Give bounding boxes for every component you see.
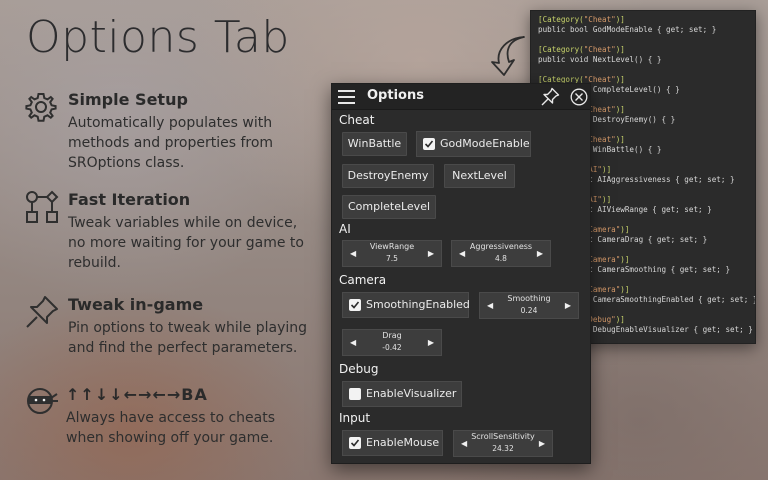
decrement-arrow-icon[interactable]: ◀: [459, 249, 465, 258]
increment-arrow-icon[interactable]: ▶: [428, 249, 434, 258]
decrement-arrow-icon[interactable]: ◀: [487, 301, 493, 310]
checkmark-icon: [424, 140, 434, 148]
stepper-value: -0.42: [382, 343, 402, 352]
god-mode-enable-toggle[interactable]: GodModeEnable: [416, 131, 531, 157]
increment-arrow-icon[interactable]: ▶: [539, 439, 545, 448]
page-title: Options Tab: [26, 12, 290, 63]
toggle-label: SmoothingEnabled: [366, 298, 470, 311]
flowchart-icon: [26, 190, 59, 223]
curved-arrow-icon: [491, 36, 525, 76]
pin-icon[interactable]: [540, 87, 560, 107]
options-title: Options: [367, 88, 424, 103]
stepper-name: Aggressiveness: [469, 242, 533, 251]
feature-heading: Tweak in-game: [68, 295, 204, 314]
close-icon[interactable]: [570, 88, 588, 106]
feature-description: Always have access to cheats when showin…: [66, 410, 276, 446]
checkbox[interactable]: [349, 299, 361, 311]
options-header: Options: [332, 84, 590, 110]
feature-description: Automatically populates with methods and…: [68, 115, 274, 171]
ninja-icon: [27, 388, 58, 414]
toggle-label: EnableMouse: [366, 436, 440, 449]
stepper-name: Drag: [382, 331, 402, 340]
smoothing-stepper[interactable]: Smoothing 0.24 ◀ ▶: [479, 292, 579, 319]
decrement-arrow-icon[interactable]: ◀: [461, 439, 467, 448]
feature-heading: Fast Iteration: [68, 190, 191, 209]
category-debug-label: Debug: [339, 362, 379, 376]
stepper-name: Smoothing: [507, 294, 551, 303]
stepper-value: 7.5: [386, 254, 398, 263]
stepper-value: 4.8: [495, 254, 507, 263]
stepper-value: 24.32: [492, 444, 514, 453]
feature-description: Pin options to tweak while playing and f…: [68, 320, 308, 356]
feature-description: Tweak variables while on device, no more…: [68, 215, 304, 271]
checkbox[interactable]: [349, 388, 361, 400]
category-camera-label: Camera: [339, 273, 387, 287]
toggle-label: GodModeEnable: [440, 137, 530, 150]
stepper-name: ViewRange: [369, 242, 415, 251]
stepper-value: 0.24: [520, 306, 538, 315]
feature-heading: Simple Setup: [68, 90, 188, 109]
pin-icon: [26, 296, 58, 328]
view-range-stepper[interactable]: ViewRange 7.5 ◀ ▶: [342, 240, 442, 267]
code-line: [Category("Cheat")]: [538, 45, 625, 54]
checkbox[interactable]: [349, 437, 361, 449]
destroy-enemy-button[interactable]: DestroyEnemy: [342, 164, 434, 188]
increment-arrow-icon[interactable]: ▶: [537, 249, 543, 258]
feature-heading: ↑↑↓↓←→←→BA: [66, 385, 208, 404]
aggressiveness-stepper[interactable]: Aggressiveness 4.8 ◀ ▶: [451, 240, 551, 267]
category-input-label: Input: [339, 411, 371, 425]
options-window: Options Cheat WinBattle GodModeEnable De…: [331, 83, 591, 464]
enable-mouse-toggle[interactable]: EnableMouse: [342, 430, 443, 456]
increment-arrow-icon[interactable]: ▶: [428, 338, 434, 347]
drag-stepper[interactable]: Drag -0.42 ◀ ▶: [342, 329, 442, 356]
decrement-arrow-icon[interactable]: ◀: [350, 338, 356, 347]
scroll-sensitivity-stepper[interactable]: ScrollSensitivity 24.32 ◀ ▶: [453, 430, 553, 457]
code-line: public bool GodModeEnable { get; set; }: [538, 25, 717, 34]
checkmark-icon: [350, 301, 360, 309]
complete-level-button[interactable]: CompleteLevel: [342, 195, 436, 219]
code-line: public void NextLevel() { }: [538, 55, 662, 64]
category-ai-label: AI: [339, 222, 351, 236]
enable-visualizer-toggle[interactable]: EnableVisualizer: [342, 381, 462, 407]
increment-arrow-icon[interactable]: ▶: [565, 301, 571, 310]
win-battle-button[interactable]: WinBattle: [342, 132, 407, 156]
hamburger-menu-icon[interactable]: [338, 90, 355, 104]
decrement-arrow-icon[interactable]: ◀: [350, 249, 356, 258]
category-cheat-label: Cheat: [339, 113, 375, 127]
toggle-label: EnableVisualizer: [366, 387, 457, 400]
stepper-name: ScrollSensitivity: [471, 432, 535, 441]
next-level-button[interactable]: NextLevel: [444, 164, 515, 188]
code-line: [Category("Cheat")]: [538, 15, 625, 24]
smoothing-enabled-toggle[interactable]: SmoothingEnabled: [342, 292, 470, 318]
checkmark-icon: [350, 439, 360, 447]
checkbox[interactable]: [423, 138, 435, 150]
gear-icon: [25, 93, 57, 122]
